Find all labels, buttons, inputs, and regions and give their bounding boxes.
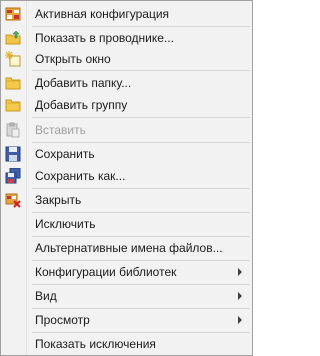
menu-item-add-group[interactable]: Добавить группу xyxy=(1,94,252,116)
new-window-sparkle-icon xyxy=(5,51,21,67)
menu-item-save[interactable]: Сохранить xyxy=(1,143,252,165)
menu-item-view[interactable]: Вид xyxy=(1,285,252,307)
submenu-arrow-icon xyxy=(238,268,242,276)
menu-item-label: Вставить xyxy=(35,123,86,137)
menu-separator xyxy=(32,70,250,71)
menu-item-label: Альтернативные имена файлов... xyxy=(35,241,223,255)
menu-item-exclude[interactable]: Исключить xyxy=(1,213,252,235)
menu-item-show-exclusions[interactable]: Показать исключения xyxy=(1,333,252,355)
menu-item-active-configuration[interactable]: Активная конфигурация xyxy=(1,3,252,25)
menu-item-add-folder[interactable]: Добавить папку... xyxy=(1,72,252,94)
menu-item-label: Сохранить xyxy=(35,147,95,161)
submenu-arrow-icon xyxy=(238,292,242,300)
paste-icon xyxy=(6,122,20,138)
menu-item-open-window[interactable]: Открыть окно xyxy=(1,48,252,70)
menu-item-label: Закрыть xyxy=(35,193,82,207)
menu-item-label: Конфигурации библиотек xyxy=(35,265,177,279)
menu-item-close[interactable]: Закрыть xyxy=(1,189,252,211)
folder-icon xyxy=(5,99,21,112)
menu-item-label: Показать в проводнике... xyxy=(35,31,174,45)
menu-item-label: Просмотр xyxy=(35,313,90,327)
submenu-arrow-icon xyxy=(238,316,242,324)
menu-separator xyxy=(32,117,250,118)
menu-item-label: Открыть окно xyxy=(35,52,111,66)
save-as-icon xyxy=(5,168,21,184)
menu-item-alternative-file-names[interactable]: Альтернативные имена файлов... xyxy=(1,237,252,259)
folder-up-arrow-icon xyxy=(5,30,21,45)
menu-item-label: Сохранить как... xyxy=(35,169,126,183)
close-config-icon xyxy=(5,193,21,208)
active-config-icon xyxy=(5,7,21,21)
menu-item-library-configurations[interactable]: Конфигурации библиотек xyxy=(1,261,252,283)
menu-item-label: Добавить группу xyxy=(35,98,128,112)
menu-item-label: Показать исключения xyxy=(35,337,156,351)
save-icon xyxy=(5,146,21,162)
menu-item-label: Активная конфигурация xyxy=(35,7,170,21)
menu-item-label: Вид xyxy=(35,289,57,303)
menu-item-label: Исключить xyxy=(35,217,96,231)
menu-item-preview[interactable]: Просмотр xyxy=(1,309,252,331)
context-menu: Активная конфигурация Показать в проводн… xyxy=(0,0,253,356)
folder-icon xyxy=(5,77,21,90)
menu-item-label: Добавить папку... xyxy=(35,76,132,90)
menu-item-show-in-explorer[interactable]: Показать в проводнике... xyxy=(1,27,252,49)
menu-item-save-as[interactable]: Сохранить как... xyxy=(1,165,252,187)
menu-item-paste[interactable]: Вставить xyxy=(1,119,252,141)
